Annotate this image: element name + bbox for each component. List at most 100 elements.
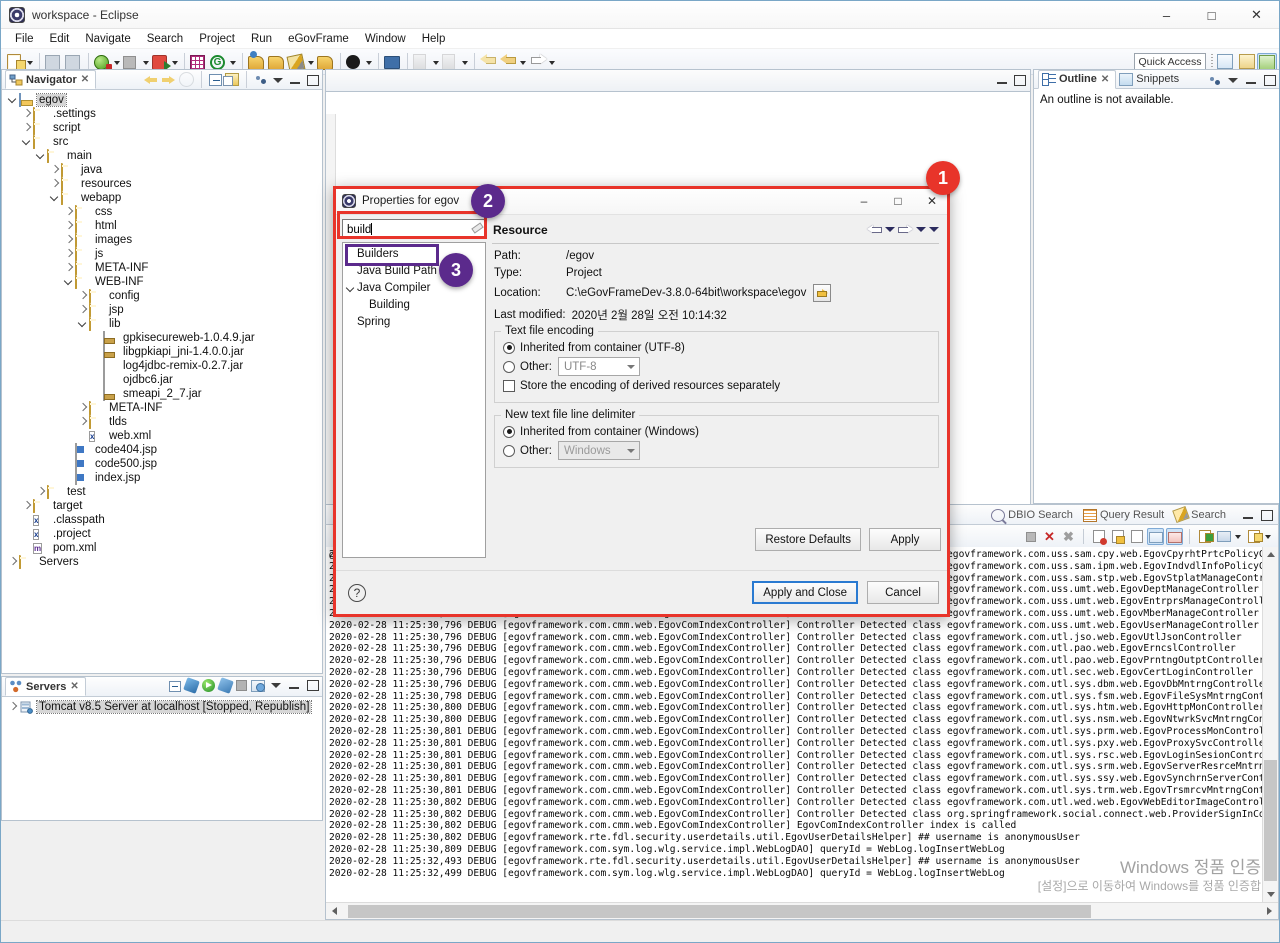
minimize-icon[interactable] <box>996 74 1008 86</box>
maximize-icon[interactable] <box>305 678 319 692</box>
tree-item-src[interactable]: src <box>2 134 322 149</box>
display-selected-console-icon[interactable] <box>1147 527 1164 545</box>
view-menu-dots-icon[interactable] <box>1208 74 1222 87</box>
run-icon[interactable] <box>152 53 170 71</box>
tree-item-index-jsp[interactable]: index.jsp <box>2 470 322 485</box>
tree-item-spring[interactable]: Spring <box>343 313 485 330</box>
tree-item-code500-jsp[interactable]: code500.jsp <box>2 456 322 471</box>
tree-item-target[interactable]: target <box>2 498 322 513</box>
collapse-all-icon[interactable] <box>169 680 181 692</box>
tree-item-tlds[interactable]: tlds <box>2 414 322 429</box>
tree-item-web-inf[interactable]: WEB-INF <box>2 274 322 289</box>
terminate-icon[interactable] <box>123 53 141 71</box>
remove-launch-icon[interactable]: ✕ <box>1041 528 1058 545</box>
tree-item-gpkisecureweb-1-0-4-9-jar[interactable]: gpkisecureweb-1.0.4.9.jar <box>2 330 322 345</box>
chevron-down-icon[interactable] <box>625 358 637 375</box>
terminate-icon[interactable] <box>1022 528 1039 545</box>
tree-item-meta-inf[interactable]: META-INF <box>2 260 322 275</box>
tree-item-pom-xml[interactable]: m pom.xml <box>2 541 322 555</box>
save-all-icon[interactable] <box>65 53 83 71</box>
publish-icon[interactable] <box>251 679 265 692</box>
chevron-down-icon[interactable] <box>6 93 19 107</box>
encoding-other-radio[interactable]: Other: UTF-8 <box>503 357 930 376</box>
open-console-icon[interactable] <box>1166 527 1183 545</box>
close-icon[interactable]: ✕ <box>81 74 89 85</box>
menu-navigate[interactable]: Navigate <box>77 31 138 47</box>
chevron-right-icon[interactable] <box>48 177 61 191</box>
tree-item-egov[interactable]: egov <box>2 92 322 107</box>
delimiter-combo[interactable]: Windows <box>557 441 640 460</box>
view-menu-icon[interactable] <box>269 678 283 692</box>
chevron-right-icon[interactable] <box>62 247 75 261</box>
encoding-combo[interactable]: UTF-8 <box>557 357 640 376</box>
stop-server-icon[interactable] <box>236 680 247 691</box>
maximize-button[interactable]: □ <box>1189 1 1234 29</box>
tab-snippets[interactable]: Snippets <box>1116 70 1185 89</box>
tree-item-libgpkiapi-jni-1-4-0-0-jar[interactable]: libgpkiapi_jni-1.4.0.0.jar <box>2 344 322 359</box>
chevron-right-icon[interactable] <box>62 233 75 247</box>
tree-item-html[interactable]: html <box>2 218 322 233</box>
tree-item-main[interactable]: main <box>2 148 322 163</box>
open-console-new-icon[interactable] <box>1245 528 1262 545</box>
console-vertical-scrollbar[interactable] <box>1262 547 1278 902</box>
remove-all-launches-icon[interactable]: ✖ <box>1060 528 1077 545</box>
menu-project[interactable]: Project <box>191 31 243 47</box>
chevron-right-icon[interactable] <box>76 415 89 429</box>
tree-item-servers[interactable]: Servers <box>2 554 322 569</box>
chevron-right-icon[interactable] <box>76 401 89 415</box>
chevron-right-icon[interactable] <box>34 485 47 499</box>
back-yellow-icon[interactable] <box>480 53 498 71</box>
minimize-icon[interactable] <box>1244 73 1258 87</box>
radio-icon[interactable] <box>503 425 515 438</box>
pin-console-icon[interactable] <box>1128 528 1145 545</box>
new-dropdown-icon[interactable] <box>26 53 35 71</box>
forward-dropdown-icon[interactable] <box>916 222 926 236</box>
tree-item-config[interactable]: config <box>2 288 322 303</box>
forward-icon[interactable] <box>529 53 547 71</box>
forward-icon[interactable] <box>161 72 176 87</box>
new-document-icon[interactable] <box>7 53 25 71</box>
restore-defaults-button[interactable]: Restore Defaults <box>755 528 861 551</box>
menu-edit[interactable]: Edit <box>42 31 78 47</box>
chevron-down-icon[interactable] <box>345 280 357 296</box>
chevron-down-icon[interactable] <box>62 275 75 289</box>
profile-server-icon[interactable] <box>217 676 234 694</box>
tree-item-resources[interactable]: resources <box>2 176 322 191</box>
egov-dropdown-icon[interactable] <box>229 53 238 71</box>
user-icon[interactable] <box>346 53 364 71</box>
project-tree[interactable]: egov .settings script src main java resources w… <box>2 90 322 569</box>
forward-icon[interactable] <box>898 222 913 236</box>
tab-search[interactable]: Search <box>1172 505 1234 525</box>
tree-item-code404-jsp[interactable]: code404.jsp <box>2 442 322 457</box>
tree-item-images[interactable]: images <box>2 232 322 247</box>
collapse-all-icon[interactable] <box>209 73 222 86</box>
back-dropdown-icon[interactable] <box>885 222 895 236</box>
browse-location-icon[interactable] <box>813 284 832 302</box>
debug-server-icon[interactable] <box>183 676 200 694</box>
chevron-right-icon[interactable] <box>6 555 19 569</box>
menu-window[interactable]: Window <box>357 31 414 47</box>
tree-item-classpath[interactable]: x .classpath <box>2 513 322 527</box>
tree-item-lib[interactable]: lib <box>2 316 322 331</box>
apply-and-close-button[interactable]: Apply and Close <box>752 581 858 604</box>
chevron-right-icon[interactable] <box>48 163 61 177</box>
tree-item-jsp[interactable]: jsp <box>2 302 322 317</box>
tree-item-test[interactable]: test <box>2 484 322 499</box>
close-icon[interactable]: ✕ <box>70 681 78 692</box>
console-menu-dropdown-icon[interactable] <box>1234 527 1243 545</box>
scroll-up-icon[interactable] <box>1267 552 1275 557</box>
maximize-icon[interactable] <box>1262 73 1276 87</box>
chevron-right-icon[interactable] <box>20 121 33 135</box>
menu-egovframe[interactable]: eGovFrame <box>280 31 357 47</box>
tree-item-webapp[interactable]: webapp <box>2 190 322 205</box>
back-icon[interactable] <box>143 72 158 87</box>
scrollbar-thumb[interactable] <box>348 905 1091 918</box>
console-horizontal-scrollbar[interactable] <box>326 902 1278 919</box>
servers-tree[interactable]: Tomcat v8.5 Server at localhost [Stopped… <box>2 697 322 714</box>
dialog-minimize-button[interactable]: – <box>847 187 881 215</box>
chevron-right-icon[interactable] <box>20 499 33 513</box>
delimiter-inherited-radio[interactable]: Inherited from container (Windows) <box>503 422 930 441</box>
measure-icon[interactable] <box>413 53 431 71</box>
pen-icon[interactable] <box>286 53 306 72</box>
debug-dropdown-icon[interactable] <box>113 53 122 71</box>
